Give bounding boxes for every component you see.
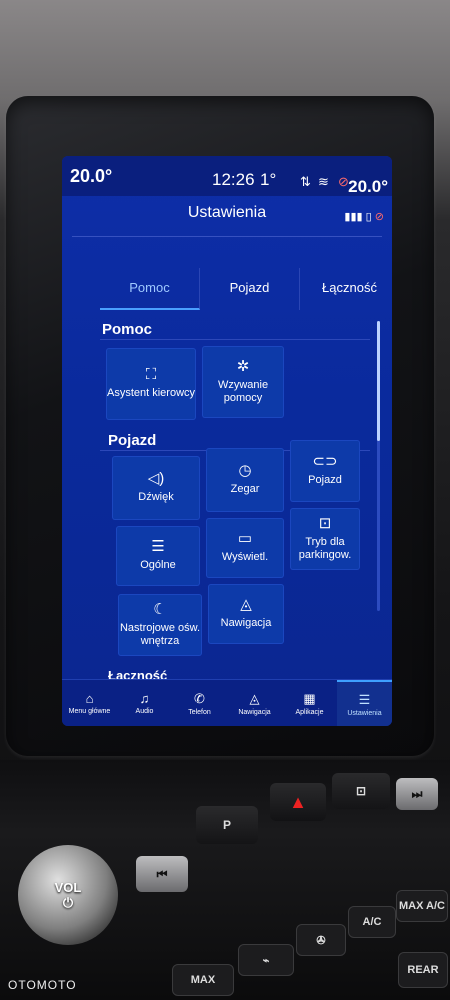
defrost-button[interactable]: ⊡	[332, 773, 390, 809]
tile-label: Zegar	[230, 483, 260, 495]
tile-zegar[interactable]: ◷ Zegar	[206, 448, 284, 512]
tile-label: Ogólne	[140, 559, 176, 571]
wifi-icon: ≋	[318, 174, 329, 189]
apps-icon: ▦	[303, 690, 316, 706]
tile-dzwiek[interactable]: ◁) Dźwięk	[112, 456, 200, 520]
nav-audio[interactable]: ♫ Audio	[117, 680, 172, 726]
previous-track-button[interactable]: ⏮	[136, 856, 188, 892]
navigation-icon: ◬	[240, 596, 252, 613]
tile-wzywanie-pomocy[interactable]: ✲ Wzywanie pomocy	[202, 346, 284, 418]
nav-label: Menu główne	[68, 708, 111, 715]
left-temperature[interactable]: 20.0°	[70, 166, 112, 187]
nav-label: Aplikacje	[295, 708, 324, 716]
tile-label: Pojazd	[308, 474, 342, 486]
tile-label: Wyświetl.	[221, 551, 269, 563]
car-icon: ⊂⊃	[312, 453, 338, 470]
divider	[100, 339, 370, 340]
max-ac-button[interactable]: MAX A/C	[396, 890, 448, 922]
tile-nawigacja[interactable]: ◬ Nawigacja	[208, 584, 284, 644]
hazard-button[interactable]: ▲	[270, 783, 326, 821]
nav-ustawienia[interactable]: ☰ Ustawienia	[337, 680, 392, 726]
tile-tryb-parkingowy[interactable]: ⊡ Tryb dla parkingow.	[290, 508, 360, 570]
tab-lacznosc[interactable]: Łączność	[300, 268, 392, 310]
tile-label: Nawigacja	[220, 617, 272, 629]
ac-button[interactable]: A/C	[348, 906, 396, 938]
home-icon: ⌂	[85, 691, 94, 706]
watermark: OTOMOTO	[8, 978, 77, 992]
scrollbar-thumb[interactable]	[377, 321, 380, 441]
status-small-icons: ▮▮▮ ▯ ⊘	[344, 210, 384, 223]
bottom-nav: ⌂ Menu główne ♫ Audio ✆ Telefon ◬ Nawiga…	[62, 679, 392, 726]
volume-knob[interactable]: VOL ⏻	[18, 845, 118, 945]
section-title-pojazd: Pojazd	[108, 432, 157, 449]
outside-temperature: 1°	[260, 170, 277, 189]
phone-icon: ✆	[194, 690, 205, 706]
tab-pomoc[interactable]: Pomoc	[100, 268, 200, 310]
navigation-icon: ◬	[249, 690, 260, 706]
park-assist-button[interactable]: P	[196, 806, 258, 844]
clock-icon: ◷	[238, 462, 252, 479]
no-phone-icon: ⊘	[374, 211, 384, 223]
tab-pojazd[interactable]: Pojazd	[200, 268, 300, 310]
page-title: Ustawienia	[187, 204, 267, 221]
battery-icon: ▯	[365, 211, 372, 223]
tile-pojazd[interactable]: ⊂⊃ Pojazd	[290, 440, 360, 502]
nav-nawigacja[interactable]: ◬ Nawigacja	[227, 680, 282, 726]
tile-ogolne[interactable]: ☰ Ogólne	[116, 526, 200, 586]
vol-label: VOL	[54, 879, 82, 895]
signal-icon: ▮▮▮	[344, 211, 363, 223]
tile-label: Tryb dla parkingow.	[298, 535, 352, 561]
fan-button[interactable]: ✇	[296, 924, 346, 956]
tile-label: Asystent kierowcy	[106, 387, 196, 399]
section-title-pomoc: Pomoc	[102, 321, 153, 338]
nav-aplikacje[interactable]: ▦ Aplikacje	[282, 680, 337, 726]
divider	[72, 236, 382, 237]
display-icon: ▭	[237, 530, 253, 547]
nav-telefon[interactable]: ✆ Telefon	[172, 680, 227, 726]
tile-asystent-kierowcy[interactable]: ⛶ Asystent kierowcy	[106, 348, 196, 420]
nav-menu-glowne[interactable]: ⌂ Menu główne	[62, 680, 117, 726]
tile-label: Nastrojowe ośw. wnętrza	[119, 621, 201, 647]
nav-label: Telefon	[188, 708, 211, 716]
ambient-light-icon: ☾	[153, 600, 167, 618]
rear-defrost-button[interactable]: REAR	[398, 952, 448, 988]
nav-label: Ustawienia	[347, 709, 382, 717]
power-icon: ⏻	[62, 894, 74, 910]
tile-wyswietl[interactable]: ▭ Wyświetl.	[206, 518, 284, 578]
parking-lock-icon: ⊡	[318, 514, 332, 532]
settings-icon: ☰	[358, 691, 371, 707]
tile-label: Dźwięk	[138, 491, 174, 503]
sort-icon: ⇅	[300, 174, 311, 189]
tile-label: Wzywanie pomocy	[217, 378, 269, 404]
clock: 12:26	[212, 170, 255, 189]
nav-label: Nawigacja	[238, 708, 271, 716]
nav-label: Audio	[135, 708, 154, 715]
next-track-button[interactable]: ⏭	[396, 778, 438, 810]
max-defrost-button[interactable]: MAX	[172, 964, 234, 996]
sliders-icon: ☰	[151, 538, 165, 555]
tile-nastrojowe-oswietlenie[interactable]: ☾ Nastrojowe ośw. wnętrza	[118, 594, 202, 656]
tab-bar: Pomoc Pojazd Łączność	[100, 268, 392, 310]
driver-assist-icon: ⛶	[145, 366, 157, 383]
infotainment-screen: 20.0° 12:26 1° ⇅ ≋ ⊘ 20.0° Ustawienia ▮▮…	[62, 156, 392, 726]
speaker-icon: ◁)	[147, 470, 165, 487]
status-bar: 20.0° 12:26 1° ⇅ ≋ ⊘ 20.0°	[62, 156, 392, 196]
right-temperature[interactable]: 20.0°	[348, 177, 388, 197]
emergency-icon: ✲	[236, 357, 250, 375]
footwell-air-button[interactable]: ⌁	[238, 944, 294, 976]
music-icon: ♫	[139, 691, 150, 706]
